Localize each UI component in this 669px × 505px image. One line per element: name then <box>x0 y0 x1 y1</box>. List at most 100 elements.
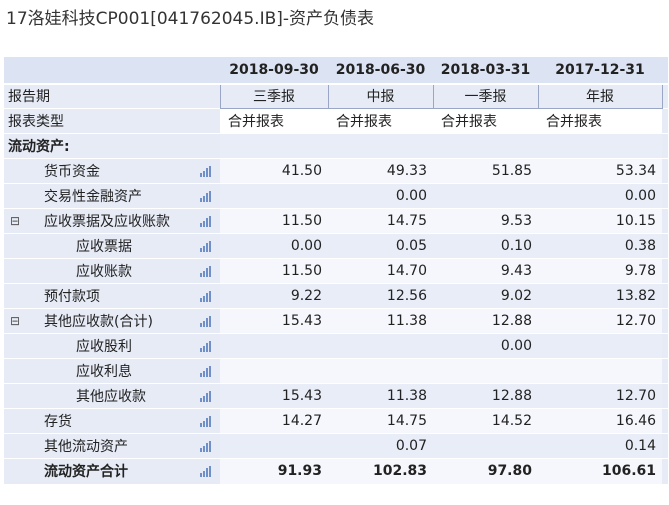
type-cell: 合并报表 <box>538 108 662 134</box>
row-label: 应收股利 <box>76 339 132 355</box>
col-date[interactable]: 2017-12-31 <box>538 56 662 85</box>
value-cell: 12.56 <box>328 283 433 309</box>
value-cell: 15.43 <box>220 308 328 334</box>
data-row[interactable]: 应收账款 11.50 14.70 9.43 9.78 <box>4 258 668 284</box>
row-label-cell: 存货 <box>4 408 220 434</box>
bar-chart-icon[interactable] <box>200 216 212 227</box>
row-label-cell: 其他流动资产 <box>4 433 220 459</box>
value-cell: 0.07 <box>328 433 433 459</box>
bar-chart-icon-bar <box>206 443 208 452</box>
data-row[interactable]: 其他应收款 15.43 11.38 12.88 12.70 <box>4 383 668 409</box>
period-cell[interactable]: 一季报 <box>432 83 539 109</box>
value-cell <box>220 333 328 359</box>
row-edge <box>662 458 668 484</box>
row-label: 货币资金 <box>44 164 100 180</box>
bar-chart-icon[interactable] <box>200 416 212 427</box>
bar-chart-icon-bar <box>209 266 211 277</box>
bar-chart-icon[interactable] <box>200 266 212 277</box>
value-cell <box>433 133 538 159</box>
bar-chart-icon[interactable] <box>200 391 212 402</box>
bar-chart-icon[interactable] <box>200 241 212 252</box>
value-cell: 16.46 <box>538 408 662 434</box>
col-date[interactable]: 2018-06-30 <box>328 56 433 85</box>
data-row[interactable]: ⊟ 其他应收款(合计) 15.43 11.38 12.88 12.70 <box>4 308 668 334</box>
bar-chart-icon-bar <box>206 243 208 252</box>
data-row[interactable]: 其他流动资产 0.07 0.14 <box>4 433 668 459</box>
data-row[interactable]: ⊟ 应收票据及应收账款 11.50 14.75 9.53 10.15 <box>4 208 668 234</box>
window-title: 17洛娃科技CP001[041762045.IB]-资产负债表 <box>6 9 375 29</box>
data-row[interactable]: 应收股利 0.00 <box>4 333 668 359</box>
value-cell: 14.52 <box>433 408 538 434</box>
bar-chart-icon-bar <box>200 423 202 427</box>
bar-chart-icon[interactable] <box>200 166 212 177</box>
row-edge <box>662 258 668 284</box>
value-cell: 0.14 <box>538 433 662 459</box>
row-label-cell: ⊟ 其他应收款(合计) <box>4 308 220 334</box>
value-cell: 10.15 <box>538 208 662 234</box>
bar-chart-icon-bar <box>200 473 202 477</box>
bar-chart-icon-bar <box>203 271 205 277</box>
bar-chart-icon-bar <box>209 341 211 352</box>
row-edge <box>662 233 668 259</box>
data-row[interactable]: 货币资金 41.50 49.33 51.85 53.34 <box>4 158 668 184</box>
period-cell[interactable]: 三季报 <box>219 83 329 109</box>
value-cell: 14.75 <box>328 208 433 234</box>
value-cell <box>433 433 538 459</box>
period-cell[interactable]: 中报 <box>327 83 434 109</box>
bar-chart-icon-bar <box>200 273 202 277</box>
data-row[interactable]: 应收票据 0.00 0.05 0.10 0.38 <box>4 233 668 259</box>
value-cell: 49.33 <box>328 158 433 184</box>
value-cell <box>328 358 433 384</box>
row-edge <box>662 433 668 459</box>
value-cell: 51.85 <box>433 158 538 184</box>
row-label-cell: ⊟ 应收票据及应收账款 <box>4 208 220 234</box>
bar-chart-icon[interactable] <box>200 366 212 377</box>
row-label: 应收票据及应收账款 <box>44 214 170 230</box>
bar-chart-icon[interactable] <box>200 316 212 327</box>
data-row[interactable]: 存货 14.27 14.75 14.52 16.46 <box>4 408 668 434</box>
bar-chart-icon[interactable] <box>200 466 212 477</box>
bar-chart-icon[interactable] <box>200 291 212 302</box>
value-cell: 14.27 <box>220 408 328 434</box>
bar-chart-icon-bar <box>206 218 208 227</box>
value-cell <box>220 183 328 209</box>
bar-chart-icon-bar <box>206 293 208 302</box>
row-edge <box>662 208 668 234</box>
date-header-row: 2018-09-30 2018-06-30 2018-03-31 2017-12… <box>4 56 668 85</box>
type-cell: 合并报表 <box>220 108 328 134</box>
data-row[interactable]: 预付款项 9.22 12.56 9.02 13.82 <box>4 283 668 309</box>
value-cell: 0.00 <box>433 333 538 359</box>
value-cell <box>328 333 433 359</box>
col-date[interactable]: 2018-09-30 <box>220 56 328 85</box>
data-row[interactable]: 流动资产: <box>4 133 668 159</box>
value-cell <box>538 333 662 359</box>
bar-chart-icon-bar <box>203 246 205 252</box>
row-label-cell: 交易性金融资产 <box>4 183 220 209</box>
row-label: 应收利息 <box>76 364 132 380</box>
row-label: 应收账款 <box>76 264 132 280</box>
row-label-cell: 货币资金 <box>4 158 220 184</box>
bar-chart-icon[interactable] <box>200 441 212 452</box>
period-cell[interactable]: 年报 <box>537 83 663 109</box>
collapse-toggle-icon[interactable]: ⊟ <box>10 214 20 228</box>
value-cell: 12.88 <box>433 383 538 409</box>
data-row[interactable]: 应收利息 <box>4 358 668 384</box>
value-cell: 97.80 <box>433 458 538 484</box>
row-label-cell: 流动资产合计 <box>4 458 220 484</box>
data-row[interactable]: 流动资产合计 91.93 102.83 97.80 106.61 <box>4 458 668 484</box>
col-date[interactable]: 2018-03-31 <box>433 56 538 85</box>
collapse-toggle-icon[interactable]: ⊟ <box>10 314 20 328</box>
bar-chart-icon-bar <box>203 171 205 177</box>
data-row[interactable]: 交易性金融资产 0.00 0.00 <box>4 183 668 209</box>
bar-chart-icon[interactable] <box>200 191 212 202</box>
value-cell: 53.34 <box>538 158 662 184</box>
row-edge <box>662 333 668 359</box>
bar-chart-icon[interactable] <box>200 341 212 352</box>
value-cell <box>220 358 328 384</box>
bar-chart-icon-bar <box>203 371 205 377</box>
bar-chart-icon-bar <box>200 248 202 252</box>
bar-chart-icon-bar <box>209 191 211 202</box>
bar-chart-icon-bar <box>203 471 205 477</box>
bar-chart-icon-bar <box>200 448 202 452</box>
bar-chart-icon-bar <box>200 373 202 377</box>
